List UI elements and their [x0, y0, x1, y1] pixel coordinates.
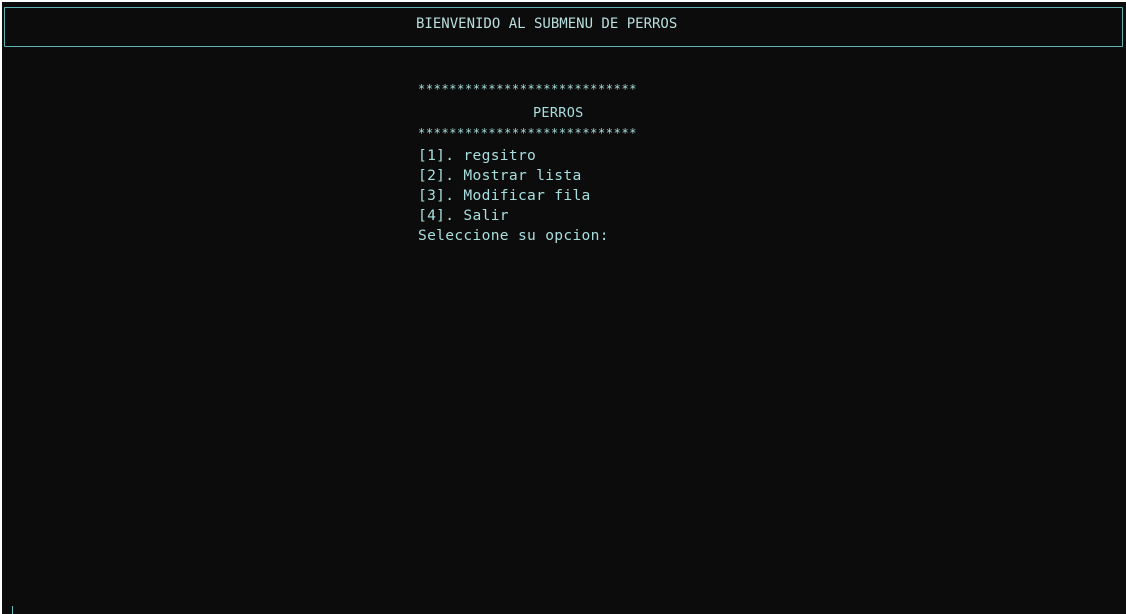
- selection-prompt[interactable]: Seleccione su opcion:: [418, 226, 609, 246]
- text-cursor-mark: [12, 606, 13, 614]
- header-title: BIENVENIDO AL SUBMENU DE PERROS: [416, 16, 678, 32]
- menu-option-modificar-fila[interactable]: [3]. Modificar fila: [418, 186, 591, 206]
- menu-option-salir[interactable]: [4]. Salir: [418, 206, 509, 226]
- menu-top-border: ****************************: [418, 82, 638, 96]
- menu-option-registro[interactable]: [1]. regsitro: [418, 146, 536, 166]
- menu-title: PERROS: [533, 105, 584, 121]
- terminal-window: BIENVENIDO AL SUBMENU DE PERROS ********…: [2, 2, 1126, 614]
- menu-bottom-border: ****************************: [418, 126, 638, 140]
- menu-option-mostrar-lista[interactable]: [2]. Mostrar lista: [418, 166, 582, 186]
